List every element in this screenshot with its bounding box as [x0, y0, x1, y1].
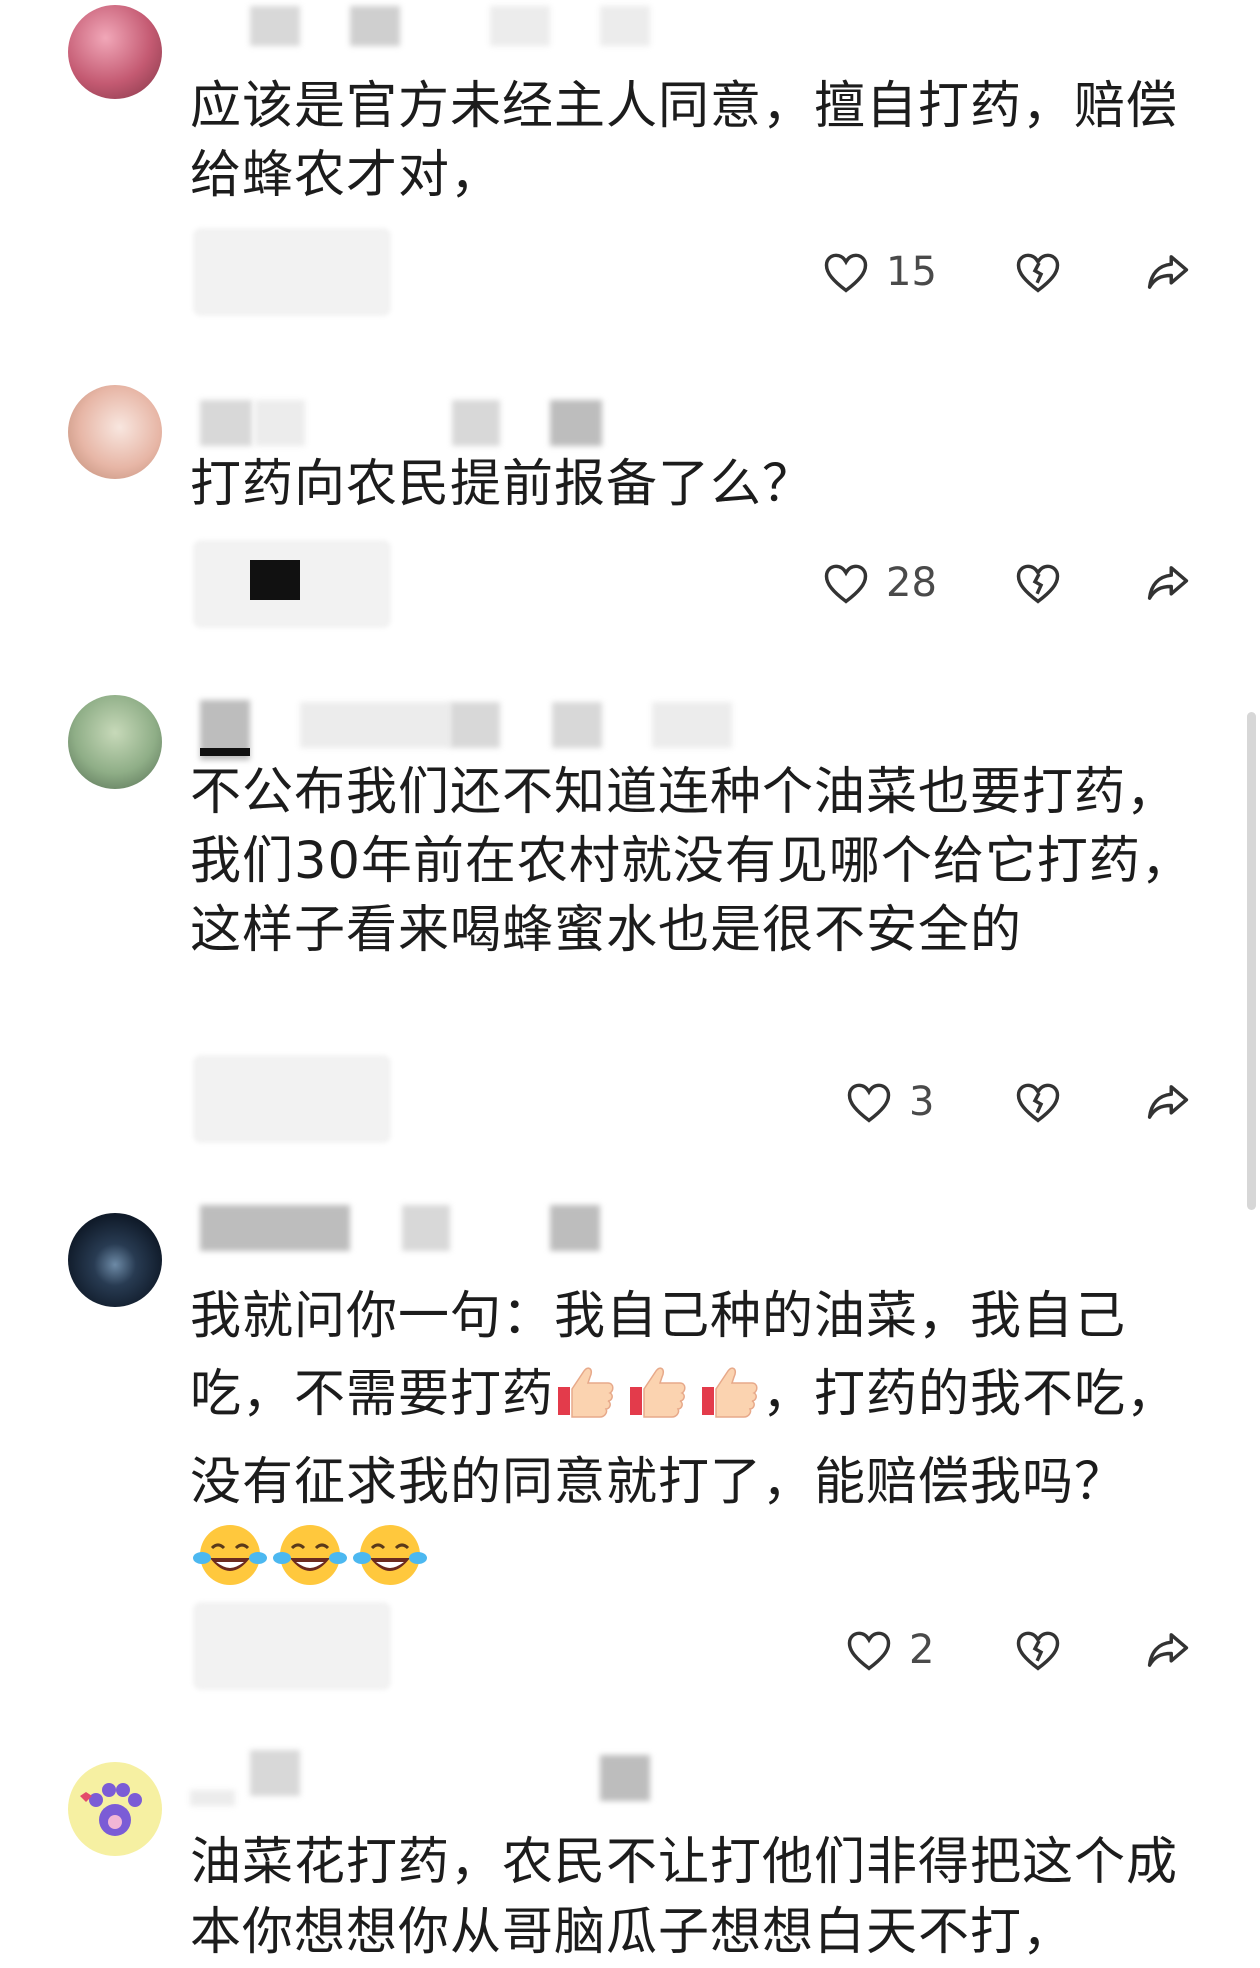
share-arrow-icon — [1147, 566, 1189, 600]
thumbs-up-emoji — [698, 1361, 762, 1444]
like-count: 3 — [909, 1079, 935, 1125]
like-button[interactable]: 28 — [820, 553, 937, 613]
broken-heart-icon — [1016, 253, 1060, 293]
username-redacted — [350, 6, 400, 46]
username-redacted — [300, 702, 450, 748]
share-arrow-icon — [1147, 1633, 1189, 1667]
like-button[interactable]: 3 — [843, 1072, 934, 1132]
username-redacted — [600, 6, 650, 46]
comment-text: 油菜花打药，农民不让打他们非得把这个成本你想想你从哥脑瓜子想想白天不打， — [190, 1833, 1179, 1962]
broken-heart-icon — [1016, 1083, 1060, 1123]
comment-text: 不公布我们还不知道连种个油菜也要打药，我们30年前在农村就没有见哪个给它打药， … — [190, 763, 1193, 960]
avatar[interactable] — [68, 5, 162, 99]
username-redacted — [250, 6, 300, 46]
username-redacted — [200, 400, 252, 446]
avatar[interactable] — [68, 1762, 162, 1856]
broken-heart-icon — [1016, 1631, 1060, 1671]
tears-of-joy-emoji — [190, 1522, 270, 1611]
redaction-mark — [200, 748, 250, 756]
comment-text: 打药向农民提前报备了么？ — [190, 455, 815, 514]
heart-outline-icon — [847, 1083, 891, 1123]
comment-text: 应该是官方未经主人同意，擅自打药，赔偿给蜂农才对， — [190, 77, 1179, 205]
username-redacted — [490, 6, 550, 46]
username-redacted — [550, 400, 602, 446]
thumbs-up-emoji — [554, 1361, 618, 1444]
username-redacted — [190, 1790, 235, 1806]
avatar[interactable] — [68, 385, 162, 479]
avatar[interactable] — [68, 1213, 162, 1307]
username-redacted — [402, 1205, 450, 1251]
dislike-button[interactable] — [1012, 242, 1064, 302]
comment-actions: 3 — [0, 1072, 1260, 1132]
share-button[interactable] — [1142, 1072, 1194, 1132]
comment-actions: 28 — [0, 553, 1260, 613]
username-redacted — [255, 400, 305, 446]
share-arrow-icon — [1147, 1085, 1189, 1119]
dislike-button[interactable] — [1012, 553, 1064, 613]
username-redacted — [200, 1205, 350, 1251]
username-redacted — [450, 702, 500, 748]
comment-actions: 15 — [0, 242, 1260, 302]
dislike-button[interactable] — [1012, 1620, 1064, 1680]
share-button[interactable] — [1142, 553, 1194, 613]
broken-heart-icon — [1016, 564, 1060, 604]
like-button[interactable]: 15 — [820, 242, 937, 302]
share-button[interactable] — [1142, 242, 1194, 302]
like-count: 28 — [886, 560, 937, 606]
username-redacted — [250, 1750, 300, 1796]
avatar[interactable] — [68, 695, 162, 789]
heart-outline-icon — [824, 253, 868, 293]
username-redacted — [552, 702, 602, 748]
dislike-button[interactable] — [1012, 1072, 1064, 1132]
thumbs-up-emoji — [618, 1361, 698, 1444]
like-count: 15 — [886, 249, 937, 295]
paw-icon — [80, 1783, 142, 1836]
like-button[interactable]: 2 — [843, 1620, 934, 1680]
comment-text: 我就问你一句：我自己种的油菜，我自己吃，不需要打药 ，打药的我不吃，没有征求我的同… — [190, 1278, 1205, 1611]
heart-outline-icon — [824, 564, 868, 604]
tears-of-joy-emoji — [270, 1522, 350, 1611]
comment-actions: 2 — [0, 1620, 1260, 1680]
like-count: 2 — [909, 1627, 935, 1673]
share-arrow-icon — [1147, 255, 1189, 289]
scrollbar[interactable] — [1247, 712, 1256, 1210]
username-redacted — [452, 400, 500, 446]
tears-of-joy-emoji — [350, 1522, 430, 1611]
heart-outline-icon — [847, 1631, 891, 1671]
share-button[interactable] — [1142, 1620, 1194, 1680]
username-redacted — [600, 1755, 650, 1801]
username-redacted — [652, 702, 732, 748]
username-redacted — [550, 1205, 600, 1251]
